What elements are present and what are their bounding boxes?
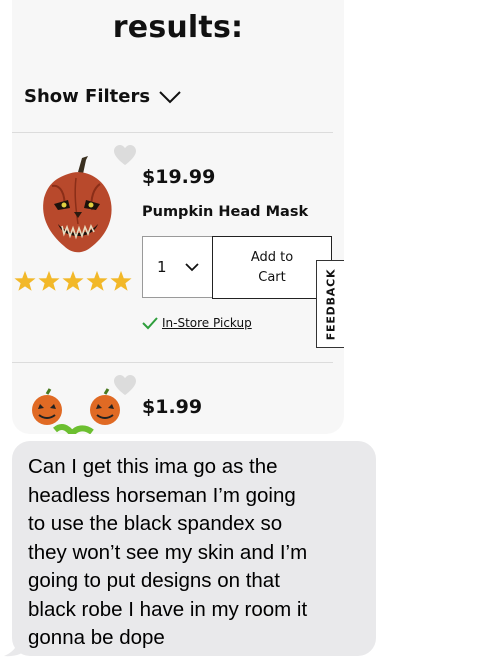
star-icon — [110, 270, 132, 291]
product-price: $19.99 — [142, 166, 216, 188]
star-icon — [14, 270, 36, 291]
rating-stars — [14, 270, 132, 292]
divider — [12, 362, 333, 363]
add-to-cart-button[interactable]: Add to Cart — [212, 236, 332, 299]
feedback-tab[interactable]: FEEDBACK — [316, 260, 344, 348]
star-icon — [86, 270, 108, 291]
checkmark-icon — [142, 317, 158, 330]
star-icon — [38, 270, 60, 291]
message-text: Can I get this ima go as the headless ho… — [28, 455, 308, 649]
show-filters-toggle[interactable]: Show Filters — [24, 86, 182, 107]
show-filters-label: Show Filters — [24, 86, 151, 107]
results-heading: results: — [112, 10, 244, 45]
message-bubble-tail — [4, 632, 28, 657]
quantity-value: 1 — [157, 258, 167, 276]
pumpkin-decoration-image[interactable] — [20, 384, 130, 434]
product-price: $1.99 — [142, 396, 203, 418]
feedback-label: FEEDBACK — [324, 268, 338, 340]
in-store-pickup: In-Store Pickup — [142, 316, 252, 330]
star-icon — [62, 270, 84, 291]
pumpkin-head-mask-image[interactable] — [38, 154, 116, 254]
quantity-select[interactable]: 1 — [142, 236, 212, 298]
message-bubble: Can I get this ima go as the headless ho… — [12, 441, 376, 656]
in-store-pickup-link[interactable]: In-Store Pickup — [162, 316, 252, 330]
divider — [12, 132, 333, 133]
product-name[interactable]: Pumpkin Head Mask — [142, 204, 308, 220]
page: results: Show Filters $19.99 Pumpkin Hea… — [0, 0, 500, 666]
chevron-down-icon — [159, 90, 181, 103]
product-screenshot: results: Show Filters $19.99 Pumpkin Hea… — [12, 0, 344, 434]
favorite-heart-icon[interactable] — [113, 144, 137, 166]
chevron-down-icon — [184, 263, 199, 272]
